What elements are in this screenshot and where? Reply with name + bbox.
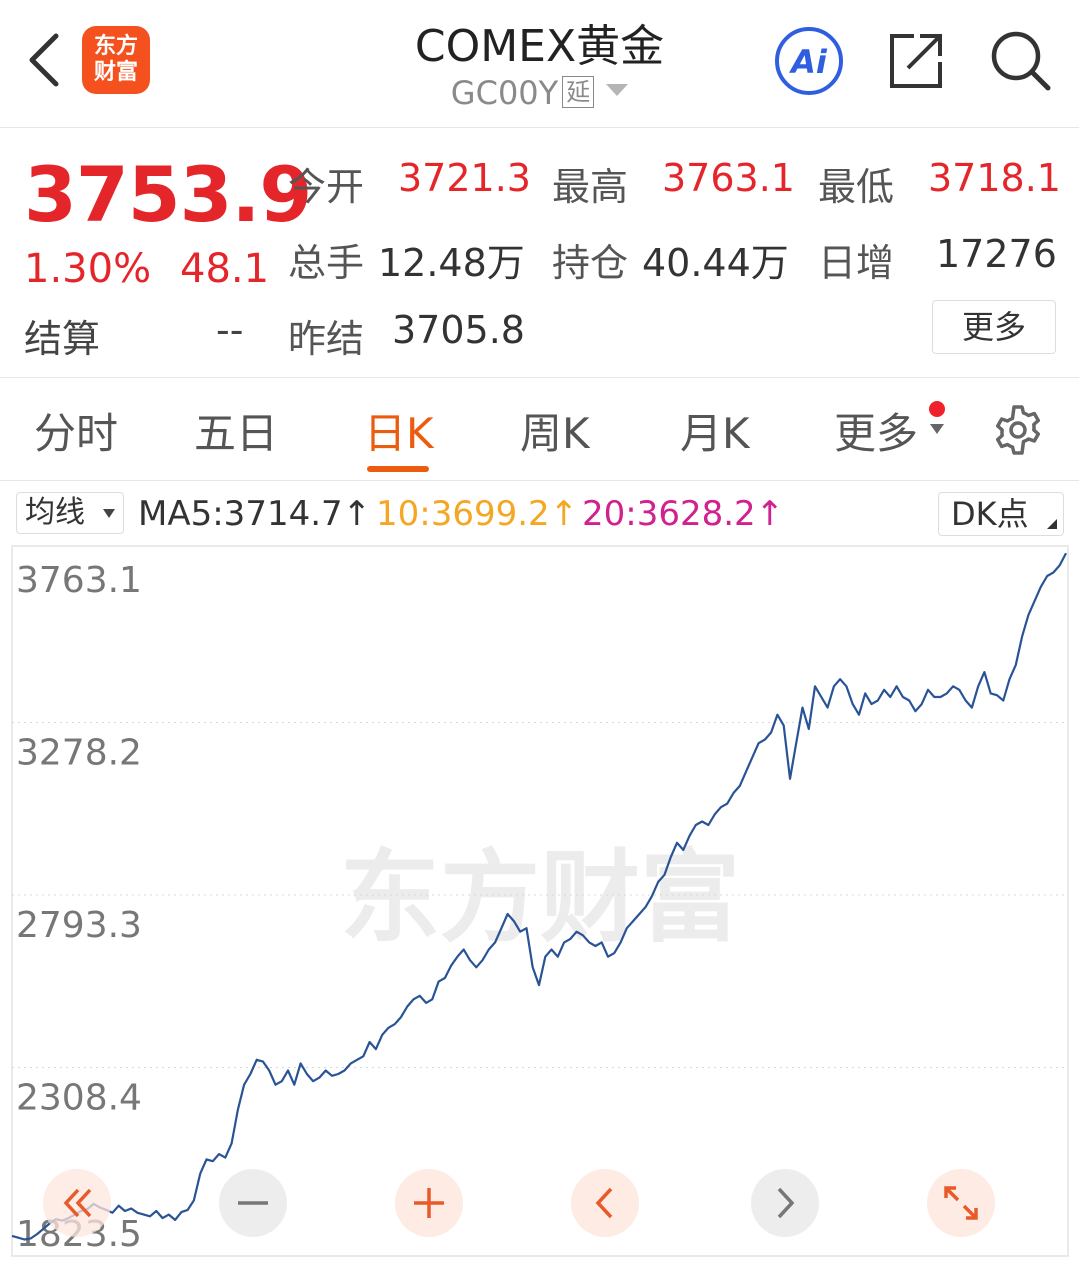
change-amount: 48.1 — [180, 246, 270, 292]
daily-increase-value: 17276 — [936, 232, 1057, 276]
last-price: 3753.9 — [24, 150, 312, 239]
zoom-in-button[interactable] — [394, 1168, 464, 1238]
next-button[interactable] — [750, 1168, 820, 1238]
indicator-select[interactable]: 均线 — [16, 492, 124, 534]
prev-settle-value: 3705.8 — [392, 308, 525, 352]
settle-value: -- — [216, 308, 244, 352]
active-tab-indicator — [367, 466, 429, 472]
tab-monthly-k[interactable]: 月K — [680, 400, 750, 461]
prev-settle-label: 昨结 — [288, 317, 365, 361]
watermark: 东方财富 — [340, 839, 740, 956]
price-chart[interactable]: 东方财富 3763.13278.22793.32308.41823.5 — [0, 540, 1079, 1263]
tab-intraday[interactable]: 分时 — [34, 400, 118, 461]
open-label: 今开 — [288, 165, 365, 209]
chevron-right-icon — [751, 1169, 819, 1237]
y-tick-label: 2793.3 — [16, 905, 142, 946]
volume-value: 12.48万 — [378, 241, 525, 285]
divider — [0, 377, 1079, 378]
gear-icon[interactable] — [992, 404, 1044, 456]
ai-label: Ai — [788, 43, 828, 81]
settle-label: 结算 — [24, 317, 101, 361]
indicator-select-label: 均线 — [25, 495, 85, 530]
low-value: 3718.1 — [928, 156, 1061, 200]
dk-point-label: DK点 — [951, 495, 1029, 533]
y-tick-label: 3278.2 — [16, 733, 142, 774]
expand-icon — [927, 1169, 995, 1237]
caret-down-icon — [930, 424, 944, 434]
dk-point-button[interactable]: DK点 — [938, 492, 1064, 536]
delay-badge: 延 — [562, 76, 595, 108]
divider — [0, 480, 1079, 481]
fullscreen-button[interactable] — [926, 1168, 996, 1238]
tab-more[interactable]: 更多 — [834, 400, 918, 461]
change-percent: 1.30% — [24, 246, 152, 292]
contract-code: GC00Y — [450, 74, 559, 112]
header-bar: 东方 财富 COMEX黄金 GC00Y 延 Ai — [0, 0, 1079, 128]
chevron-down-icon — [103, 509, 115, 518]
high-label: 最高 — [552, 165, 629, 209]
y-tick-label: 3763.1 — [16, 560, 142, 601]
ma10-readout: 10:3699.2↑ — [376, 494, 579, 534]
share-icon[interactable] — [884, 28, 948, 92]
double-chevron-left-icon — [43, 1169, 111, 1237]
high-value: 3763.1 — [662, 156, 795, 200]
position-label: 持仓 — [552, 241, 629, 285]
open-value: 3721.3 — [398, 156, 531, 200]
y-tick-label: 2308.4 — [16, 1078, 142, 1119]
notification-dot — [929, 401, 945, 417]
zoom-out-button[interactable] — [218, 1168, 288, 1238]
chevron-down-icon — [606, 84, 629, 96]
tab-five-day[interactable]: 五日 — [194, 400, 278, 461]
ma5-readout: MA5:3714.7↑ — [138, 494, 372, 534]
ma20-readout: 20:3628.2↑ — [582, 494, 785, 534]
tab-daily-k[interactable]: 日K — [364, 400, 434, 461]
corner-triangle-icon — [1047, 519, 1057, 529]
plus-icon — [395, 1169, 463, 1237]
minus-icon — [219, 1169, 287, 1237]
fast-back-button[interactable] — [42, 1168, 112, 1238]
volume-label: 总手 — [288, 241, 365, 285]
daily-increase-label: 日增 — [818, 241, 895, 285]
low-label: 最低 — [818, 165, 895, 209]
chevron-left-icon — [571, 1169, 639, 1237]
ai-assistant-icon[interactable]: Ai — [774, 26, 844, 96]
prev-button[interactable] — [570, 1168, 640, 1238]
search-icon[interactable] — [988, 28, 1052, 92]
position-value: 40.44万 — [642, 241, 789, 285]
tab-weekly-k[interactable]: 周K — [520, 400, 590, 461]
more-quote-button[interactable]: 更多 — [932, 300, 1056, 354]
